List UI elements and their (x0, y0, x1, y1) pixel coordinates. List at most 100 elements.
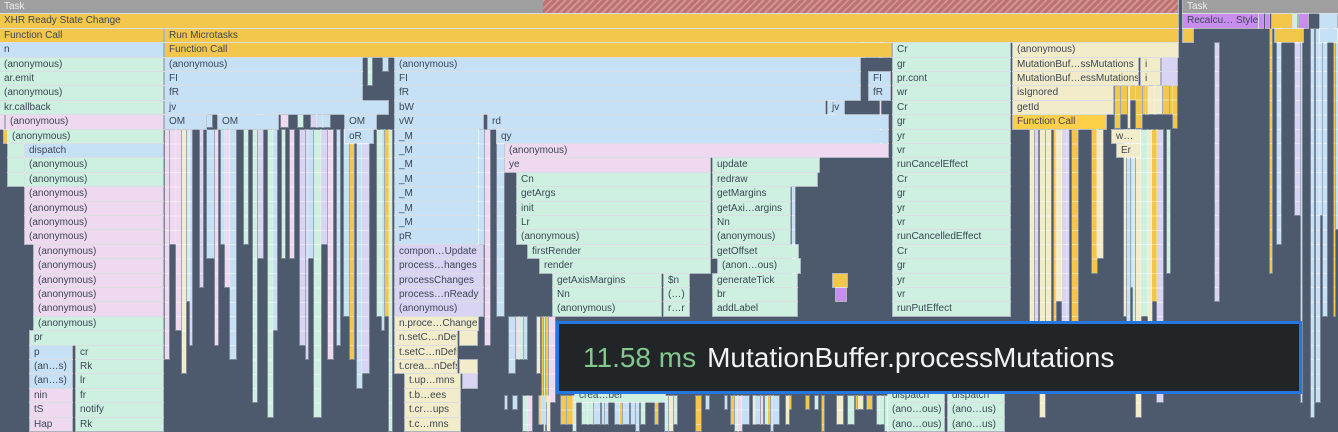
frame-process-nready[interactable]: process…nReady (395, 288, 483, 302)
frame-nin[interactable]: nin (30, 388, 72, 403)
frame-redraw[interactable]: redraw (713, 172, 817, 187)
frame-firstrender[interactable]: firstRender (528, 244, 710, 259)
frame-m[interactable]: _M (395, 158, 478, 172)
frame-segment[interactable] (1293, 14, 1297, 28)
frame-getoffset[interactable]: getOffset (713, 244, 798, 259)
frame-xhr-ready-state-change[interactable]: XHR Ready State Change (0, 14, 1178, 28)
frame-yr[interactable]: yr (893, 273, 1010, 287)
frame-runcanceleffect[interactable]: runCancelEffect (893, 158, 1010, 172)
frame-rd[interactable]: rd (488, 115, 888, 129)
frame-cr[interactable]: Cr (893, 244, 1010, 259)
frame-lr[interactable]: lr (76, 374, 163, 388)
frame-bw[interactable]: bW (395, 100, 825, 115)
frame-rk[interactable]: Rk (76, 360, 163, 374)
frame-pr[interactable]: pr (30, 331, 163, 345)
frame-kr-callback[interactable]: kr.callback (0, 100, 163, 115)
frame-notify[interactable]: notify (76, 403, 163, 417)
frame-t-up-mns[interactable]: t.up…mns (405, 374, 460, 388)
frame-anonymous[interactable]: (anonymous) (0, 86, 163, 100)
frame-anonymous[interactable]: (anonymous) (34, 259, 163, 273)
frame-ano-us[interactable]: (ano…us) (948, 403, 1004, 417)
frame-br[interactable]: br (713, 288, 797, 302)
frame-anonymous[interactable]: (anonymous) (0, 57, 163, 71)
frame-segment[interactable] (1275, 28, 1303, 43)
frame-generatetick[interactable]: generateTick (713, 273, 797, 287)
frame-segment[interactable] (833, 273, 847, 287)
frame-function-call[interactable]: Function Call (165, 43, 891, 57)
frame-n[interactable]: n (0, 43, 163, 57)
frame-segment[interactable] (1272, 14, 1292, 28)
frame-t-b-ees[interactable]: t.b…ees (405, 388, 460, 403)
frame-ye[interactable]: ye (505, 158, 710, 172)
frame-cr[interactable]: Cr (893, 100, 1010, 115)
frame-cr[interactable]: cr (76, 345, 163, 359)
frame-segment[interactable] (0, 115, 4, 129)
frame-lr[interactable]: Lr (517, 216, 710, 230)
frame-t-crea-ndefs[interactable]: t.crea…nDefs (395, 360, 457, 374)
frame-cr[interactable]: Cr (893, 172, 1010, 187)
frame-mutationbuf-ssmutations[interactable]: MutationBuf…ssMutations (1013, 57, 1138, 71)
frame-process-hanges[interactable]: process…hanges (395, 259, 483, 273)
frame-anonymous[interactable]: (anonymous) (517, 230, 710, 244)
frame-ano-us[interactable]: (ano…us) (948, 417, 1004, 431)
frame-t-setc-ndefs[interactable]: t.setC…nDefs (395, 345, 457, 359)
frame-om[interactable]: OM (345, 115, 376, 129)
frame-anonymous[interactable]: (anonymous) (165, 57, 362, 71)
frame-segment[interactable] (8, 144, 24, 158)
frame-n-proce-change[interactable]: n.proce…Change (395, 316, 478, 331)
frame-segment[interactable] (1320, 28, 1337, 43)
frame-anon-ous[interactable]: (anon…ous) (718, 259, 800, 273)
frame-anonymous[interactable]: (anonymous) (25, 172, 163, 187)
frame-render[interactable]: render (540, 259, 710, 273)
frame-anonymous[interactable]: (anonymous) (34, 316, 163, 331)
frame-fr[interactable]: fR (395, 86, 860, 100)
frame-anonymous[interactable]: (anonymous) (34, 302, 163, 316)
frame-segment[interactable] (1259, 14, 1263, 28)
frame-vw[interactable]: vW (395, 115, 483, 129)
frame-gr[interactable]: gr (893, 259, 1010, 273)
frame-pr[interactable]: pR (395, 230, 478, 244)
frame-anonymous[interactable]: (anonymous) (25, 230, 163, 244)
frame-getargs[interactable]: getArgs (517, 187, 710, 201)
frame-m[interactable]: _M (395, 172, 478, 187)
frame-run-microtasks[interactable]: Run Microtasks (165, 28, 1178, 43)
frame-hap[interactable]: Hap (30, 417, 72, 431)
frame-segment[interactable] (463, 374, 477, 388)
frame-pr-cont[interactable]: pr.cont (893, 72, 1010, 86)
frame-jv[interactable]: jv (165, 100, 388, 115)
frame-processchanges[interactable]: processChanges (395, 273, 483, 287)
frame-m[interactable]: _M (395, 144, 478, 158)
frame-gr[interactable]: gr (893, 57, 1010, 71)
frame-m[interactable]: _M (395, 129, 478, 143)
frame-mutationbuf-essmutations[interactable]: MutationBuf…essMutations (1013, 72, 1138, 86)
frame-m[interactable]: _M (395, 216, 478, 230)
frame-rk[interactable]: Rk (76, 417, 163, 431)
frame-jv[interactable]: jv (828, 100, 844, 115)
frame-anonymous[interactable]: (anonymous) (395, 302, 483, 316)
frame-m[interactable]: _M (395, 187, 478, 201)
frame-om[interactable]: OM (165, 115, 206, 129)
frame-segment[interactable] (1320, 14, 1337, 28)
frame-segment[interactable] (460, 360, 477, 374)
frame-vr[interactable]: vr (893, 288, 1010, 302)
frame-qy[interactable]: qy (497, 129, 888, 143)
frame-vr[interactable]: vr (893, 216, 1010, 230)
frame-or[interactable]: oR (345, 129, 373, 143)
frame-yr[interactable]: yr (893, 201, 1010, 215)
frame-ano-ous[interactable]: (ano…ous) (888, 417, 944, 431)
frame-anonymous[interactable]: (anonymous) (34, 288, 163, 302)
frame-anonymous[interactable]: (anonymous) (553, 302, 661, 316)
frame-anonymous[interactable]: (anonymous) (25, 158, 163, 172)
frame-anonymous[interactable]: (anonymous) (8, 129, 163, 143)
frame-t-c-mns[interactable]: t.c…mns (405, 417, 460, 431)
frame-runputeffect[interactable]: runPutEffect (893, 302, 1010, 316)
frame-cr[interactable]: Cr (893, 43, 1010, 57)
frame-n-setc-ndefs[interactable]: n.setC…nDefs (395, 331, 457, 345)
frame-segment[interactable]: (…) (664, 288, 689, 302)
frame-fi[interactable]: FI (395, 72, 860, 86)
frame-runcancelledeffect[interactable]: runCancelledEffect (893, 230, 1010, 244)
frame-gr[interactable]: gr (893, 187, 1010, 201)
frame-segment[interactable] (8, 172, 24, 187)
frame-anonymous[interactable]: (anonymous) (395, 57, 860, 71)
frame-p[interactable]: p (30, 345, 72, 359)
